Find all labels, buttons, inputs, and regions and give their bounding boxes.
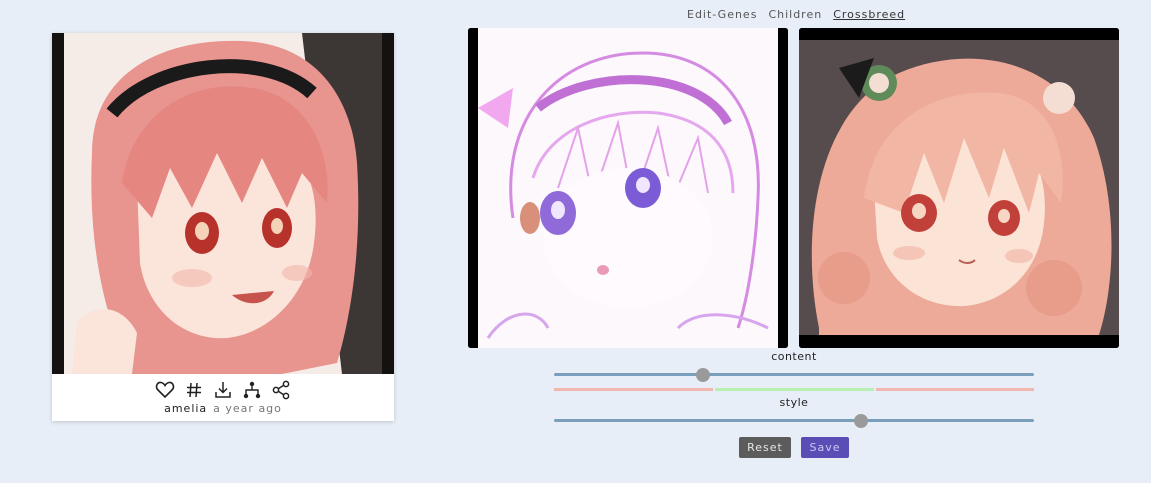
crossbreed-page: amelia a year ago Edit-Genes Children Cro… [0,0,1151,483]
author-name[interactable]: amelia [164,402,207,415]
style-slider-track[interactable] [554,419,1034,422]
tab-crossbreed[interactable]: Crossbreed [833,8,905,21]
reset-button[interactable]: Reset [739,437,791,458]
result-image[interactable] [52,33,394,374]
style-slider-label: style [779,396,809,409]
mode-nav: Edit-Genes Children Crossbreed [687,8,905,21]
content-slider-track[interactable] [554,373,1034,376]
tab-edit-genes[interactable]: Edit-Genes [687,8,757,21]
heart-icon[interactable] [155,380,175,400]
parent-b-image[interactable] [799,28,1119,348]
mix-segment [554,388,713,391]
content-slider-label: content [771,350,817,363]
hashtag-icon[interactable] [184,380,204,400]
crossbreed-mix-bar [554,388,1035,391]
parent-a-image[interactable] [468,28,788,348]
card-meta: amelia a year ago [52,402,394,415]
result-card: amelia a year ago [52,33,394,421]
content-slider-knob[interactable] [695,368,710,382]
family-tree-icon[interactable] [242,380,262,400]
card-actions [52,379,394,401]
post-time: a year ago [213,402,282,415]
tab-children[interactable]: Children [768,8,822,21]
style-slider-knob[interactable] [854,414,869,428]
download-icon[interactable] [213,380,233,400]
mix-segment [714,388,874,391]
save-button[interactable]: Save [801,437,849,458]
mix-segment [875,388,1035,391]
share-icon[interactable] [271,380,291,400]
